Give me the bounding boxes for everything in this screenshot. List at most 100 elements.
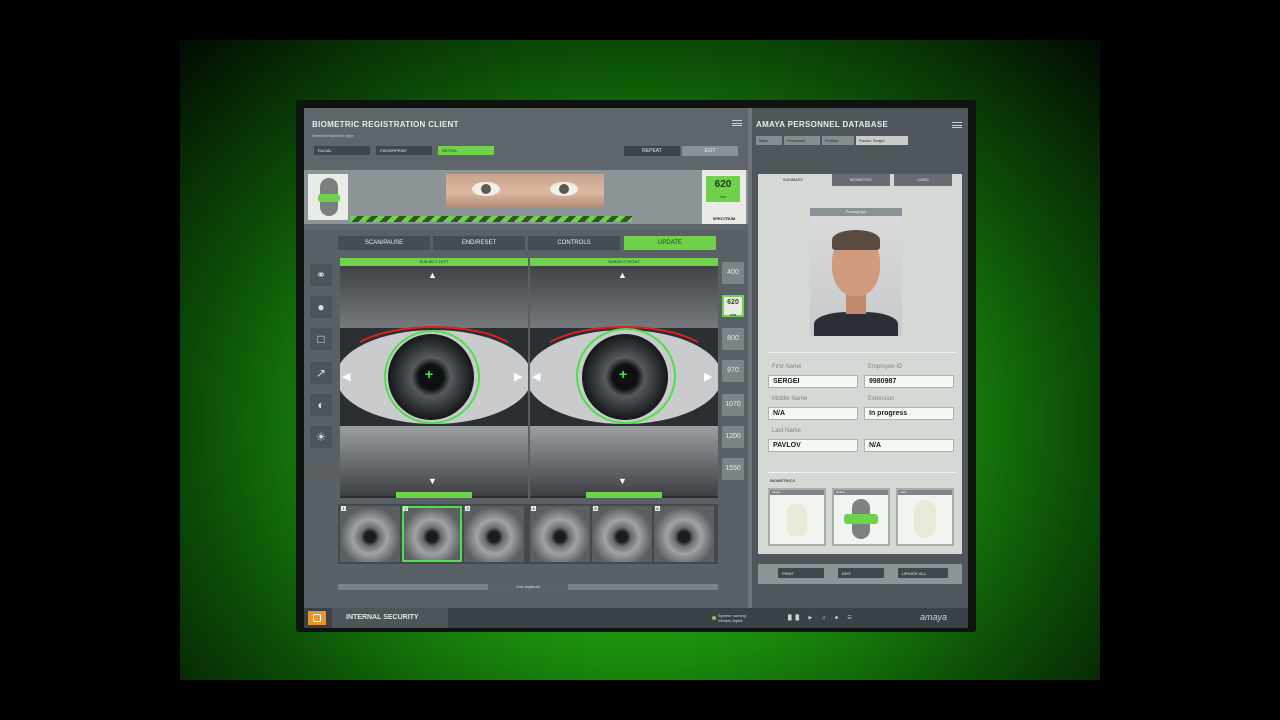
- start-logo-icon[interactable]: [308, 611, 326, 625]
- capture-thumbnail[interactable]: 4: [530, 506, 590, 562]
- eye-right-label: SUBJECT RIGHT: [530, 258, 718, 266]
- breadcrumb-item[interactable]: Personnel: [784, 136, 820, 145]
- box-header: Finger: [770, 490, 824, 495]
- capture-thumbnail[interactable]: 2: [402, 506, 462, 562]
- status-line-2: Version Alpha: [718, 618, 743, 623]
- eye-preview-image: [446, 174, 604, 208]
- employee-id-field[interactable]: 9980987: [864, 375, 954, 388]
- selected-type-label: Selected biometric type: [312, 133, 354, 138]
- drop-icon[interactable]: ●: [310, 296, 332, 318]
- thumbnail-number: 4: [531, 506, 536, 511]
- thumbnail-number: 2: [403, 506, 408, 511]
- center-crosshair: +: [619, 366, 628, 382]
- capture-thumbnail[interactable]: 3: [464, 506, 524, 562]
- extra-field[interactable]: N/A: [864, 439, 954, 452]
- wavelength-option[interactable]: 1070: [722, 394, 744, 416]
- arrow-left-icon[interactable]: ◀: [342, 370, 350, 383]
- extension-label: Extension: [868, 396, 895, 402]
- wavelength-option[interactable]: 800: [722, 328, 744, 350]
- wavelength-option[interactable]: 400: [722, 262, 744, 284]
- middle-name-label: Middle Name: [772, 396, 808, 402]
- thumbnail-number: 3: [465, 506, 470, 511]
- photo-stage: BIOMETRIC REGISTRATION CLIENT Selected b…: [0, 0, 1280, 720]
- progress-stripe: [350, 216, 632, 222]
- tab-biometric[interactable]: BIOMETRIC: [832, 174, 890, 186]
- exit-button[interactable]: EXIT: [682, 146, 738, 156]
- center-crosshair: +: [425, 366, 434, 382]
- type-retina-button[interactable]: RETINA: [438, 146, 494, 155]
- arrow-left-icon[interactable]: ◀: [532, 370, 540, 383]
- breadcrumb-current[interactable]: Pavlov, Sergei: [856, 136, 908, 145]
- type-fingerprint-button[interactable]: FINGERPRINT: [376, 146, 432, 155]
- tab-update[interactable]: UPDATE: [624, 236, 716, 250]
- app-title: BIOMETRIC REGISTRATION CLIENT: [312, 120, 459, 129]
- face-icon: [318, 178, 340, 216]
- tab-scan-pause[interactable]: SCAN/PAUSE: [338, 236, 430, 250]
- retina-band-icon: [844, 514, 878, 524]
- eye-left-status: [396, 492, 472, 498]
- wavelength-option[interactable]: 1550: [722, 458, 744, 480]
- repeat-button[interactable]: REPEAT: [624, 146, 680, 156]
- face-type-tile[interactable]: [308, 174, 348, 220]
- tab-end-reset[interactable]: END/RESET: [433, 236, 525, 250]
- live-captures-bar[interactable]: Live captures: [338, 584, 718, 590]
- capture-thumbnail[interactable]: 5: [592, 506, 652, 562]
- arrow-right-icon[interactable]: ▶: [704, 370, 712, 383]
- menu-icon[interactable]: [732, 120, 742, 126]
- thumbnail-number: 6: [655, 506, 660, 511]
- hand-icon: [787, 504, 807, 536]
- wavelength-option[interactable]: 970: [722, 360, 744, 382]
- update-all-button[interactable]: UPDATE ALL: [898, 568, 948, 578]
- print-button[interactable]: PRINT: [778, 568, 824, 578]
- arrow-down-icon[interactable]: ▼: [618, 476, 627, 486]
- type-facial-button[interactable]: FACIAL: [314, 146, 370, 155]
- divider: [768, 352, 956, 353]
- brand-logo: amaya: [920, 612, 948, 622]
- eye-view-left: + ◀ ▶ ▲ ▼ SUBJECT LEFT: [340, 258, 528, 498]
- breadcrumb-item[interactable]: Profiles: [822, 136, 854, 145]
- wavelength-option-active[interactable]: 620 nm: [722, 295, 744, 317]
- eye-left-label: SUBJECT LEFT: [340, 258, 528, 266]
- breadcrumb-item[interactable]: Main: [756, 136, 782, 145]
- biometrics-label: BIOMETRICS: [770, 478, 796, 483]
- edit-button[interactable]: EDIT: [838, 568, 884, 578]
- arrow-up-icon[interactable]: ▲: [428, 270, 437, 280]
- tab-controls[interactable]: CONTROLS: [528, 236, 620, 250]
- tab-summary[interactable]: SUMMARY: [758, 174, 828, 186]
- capture-thumbnail[interactable]: 1: [340, 506, 400, 562]
- biometric-finger-box[interactable]: Finger: [768, 488, 826, 546]
- thumbnail-number: 5: [593, 506, 598, 511]
- select-area-icon[interactable]: □: [310, 328, 332, 350]
- thumbnail-number: 1: [341, 506, 346, 511]
- middle-name-field[interactable]: N/A: [768, 407, 858, 420]
- brightness-icon[interactable]: ☀: [310, 426, 332, 448]
- blank-tool-icon[interactable]: [310, 460, 332, 482]
- first-name-field[interactable]: SERGEI: [768, 375, 858, 388]
- box-header: Face: [898, 490, 952, 495]
- wavelength-tile: 620 nm SPECTRUM: [702, 170, 746, 224]
- photo-hair: [832, 230, 880, 250]
- graph-icon[interactable]: ↗: [310, 362, 332, 384]
- biometric-retina-box[interactable]: Retina: [832, 488, 890, 546]
- overlay-icon[interactable]: ⚭: [310, 264, 332, 286]
- eye-view-right: + ◀ ▶ ▲ ▼ SUBJECT RIGHT: [530, 258, 718, 498]
- contrast-icon[interactable]: ◐: [310, 394, 332, 416]
- biometric-client-window: BIOMETRIC REGISTRATION CLIENT Selected b…: [304, 108, 748, 608]
- arrow-down-icon[interactable]: ▼: [428, 476, 437, 486]
- menu-icon[interactable]: [952, 122, 962, 128]
- last-name-field[interactable]: PAVLOV: [768, 439, 858, 452]
- preview-eye-right: [550, 182, 578, 196]
- divider: [768, 472, 956, 473]
- section-label[interactable]: INTERNAL SECURITY: [332, 608, 448, 628]
- capture-thumbnail[interactable]: 6: [654, 506, 714, 562]
- tab-card[interactable]: CARD: [894, 174, 952, 186]
- tray-icons[interactable]: ██ ▶ ♫ ■ ☰: [788, 615, 856, 621]
- arrow-up-icon[interactable]: ▲: [618, 270, 627, 280]
- first-name-label: First Name: [772, 364, 802, 370]
- biometric-face-box[interactable]: Face: [896, 488, 954, 546]
- photo-label: Photograph: [810, 208, 902, 216]
- upper-lid: [340, 258, 528, 328]
- arrow-right-icon[interactable]: ▶: [514, 370, 522, 383]
- extension-field[interactable]: In progress: [864, 407, 954, 420]
- wavelength-option[interactable]: 1200: [722, 426, 744, 448]
